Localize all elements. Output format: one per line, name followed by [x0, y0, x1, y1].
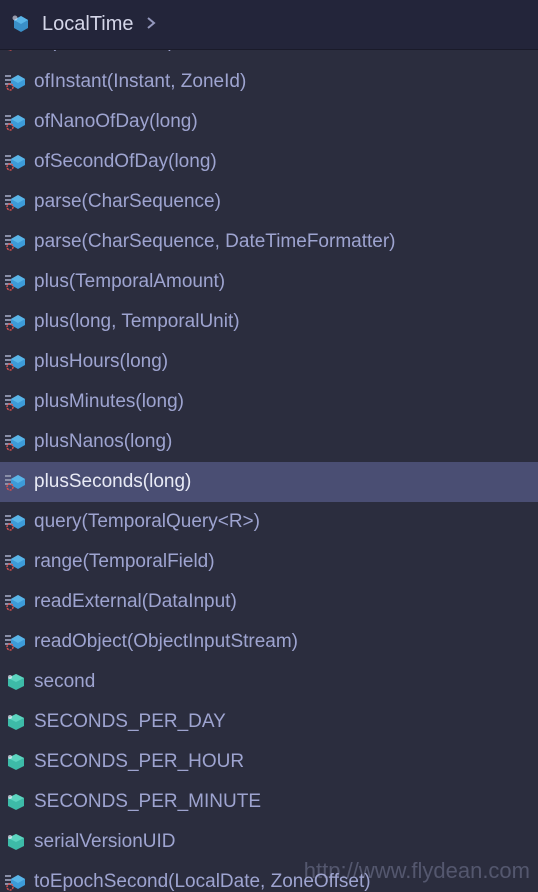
list-item-label: readObject(ObjectInputStream): [34, 631, 298, 653]
list-item[interactable]: query(TemporalQuery<R>): [0, 502, 538, 542]
method-icon: [4, 512, 28, 532]
list-item[interactable]: ofInstant(Instant, ZoneId): [0, 62, 538, 102]
list-item[interactable]: plus(TemporalAmount): [0, 262, 538, 302]
list-item-label: ofNanoOfDay(long): [34, 111, 198, 133]
list-item[interactable]: ofSecondOfDay(long): [0, 142, 538, 182]
list-item[interactable]: plusNanos(long): [0, 422, 538, 462]
breadcrumb-header: LocalTime: [0, 0, 538, 50]
method-icon: [4, 432, 28, 452]
field-icon: [4, 672, 28, 692]
list-item-label: SECONDS_PER_HOUR: [34, 751, 244, 773]
list-item-label: ofInstant(Instant, ZoneId): [34, 71, 246, 93]
method-icon: [4, 232, 28, 252]
method-icon: [4, 272, 28, 292]
list-item[interactable]: serialVersionUID: [0, 822, 538, 862]
list-item-label: of(int, int, int, int): [34, 50, 174, 53]
list-item[interactable]: second: [0, 662, 538, 702]
field-icon: [4, 832, 28, 852]
list-item-label: plusNanos(long): [34, 431, 172, 453]
field-icon: [4, 712, 28, 732]
method-icon: [4, 552, 28, 572]
list-item-label: plusMinutes(long): [34, 391, 184, 413]
list-item-label: plus(long, TemporalUnit): [34, 311, 240, 333]
list-item[interactable]: plusSeconds(long): [0, 462, 538, 502]
list-item-label: parse(CharSequence, DateTimeFormatter): [34, 231, 396, 253]
list-item-label: SECONDS_PER_MINUTE: [34, 791, 261, 813]
list-item[interactable]: toEpochSecond(LocalDate, ZoneOffset): [0, 862, 538, 892]
field-icon: [4, 752, 28, 772]
chevron-right-icon[interactable]: [146, 14, 156, 35]
list-item[interactable]: parse(CharSequence, DateTimeFormatter): [0, 222, 538, 262]
list-item-label: readExternal(DataInput): [34, 591, 237, 613]
method-icon: [4, 152, 28, 172]
method-icon: [4, 72, 28, 92]
method-icon: [4, 50, 28, 52]
list-item[interactable]: plusHours(long): [0, 342, 538, 382]
method-icon: [4, 312, 28, 332]
list-item-label: plusHours(long): [34, 351, 168, 373]
list-item[interactable]: readExternal(DataInput): [0, 582, 538, 622]
list-item-label: SECONDS_PER_DAY: [34, 711, 226, 733]
list-item-label: plusSeconds(long): [34, 471, 191, 493]
method-icon: [4, 592, 28, 612]
list-item[interactable]: plusMinutes(long): [0, 382, 538, 422]
list-item-label: range(TemporalField): [34, 551, 215, 573]
list-item[interactable]: readObject(ObjectInputStream): [0, 622, 538, 662]
list-item[interactable]: SECONDS_PER_DAY: [0, 702, 538, 742]
list-item[interactable]: range(TemporalField): [0, 542, 538, 582]
method-icon: [4, 112, 28, 132]
method-icon: [4, 392, 28, 412]
list-item-label: plus(TemporalAmount): [34, 271, 225, 293]
list-item-label: serialVersionUID: [34, 831, 176, 853]
list-item[interactable]: parse(CharSequence): [0, 182, 538, 222]
list-item[interactable]: of(int, int, int, int): [0, 50, 538, 62]
list-item-label: ofSecondOfDay(long): [34, 151, 217, 173]
method-icon: [4, 352, 28, 372]
list-item-label: parse(CharSequence): [34, 191, 221, 213]
method-icon: [4, 632, 28, 652]
list-item-label: second: [34, 671, 95, 693]
class-icon: [10, 14, 32, 36]
method-icon: [4, 472, 28, 492]
field-icon: [4, 792, 28, 812]
member-list: of(int, int, int, int) ofInstant(Instant…: [0, 50, 538, 892]
list-item[interactable]: ofNanoOfDay(long): [0, 102, 538, 142]
breadcrumb-title[interactable]: LocalTime: [42, 13, 134, 36]
method-icon: [4, 872, 28, 892]
method-icon: [4, 192, 28, 212]
list-item-label: toEpochSecond(LocalDate, ZoneOffset): [34, 871, 371, 892]
list-item[interactable]: SECONDS_PER_HOUR: [0, 742, 538, 782]
list-item[interactable]: SECONDS_PER_MINUTE: [0, 782, 538, 822]
list-item[interactable]: plus(long, TemporalUnit): [0, 302, 538, 342]
list-item-label: query(TemporalQuery<R>): [34, 511, 260, 533]
